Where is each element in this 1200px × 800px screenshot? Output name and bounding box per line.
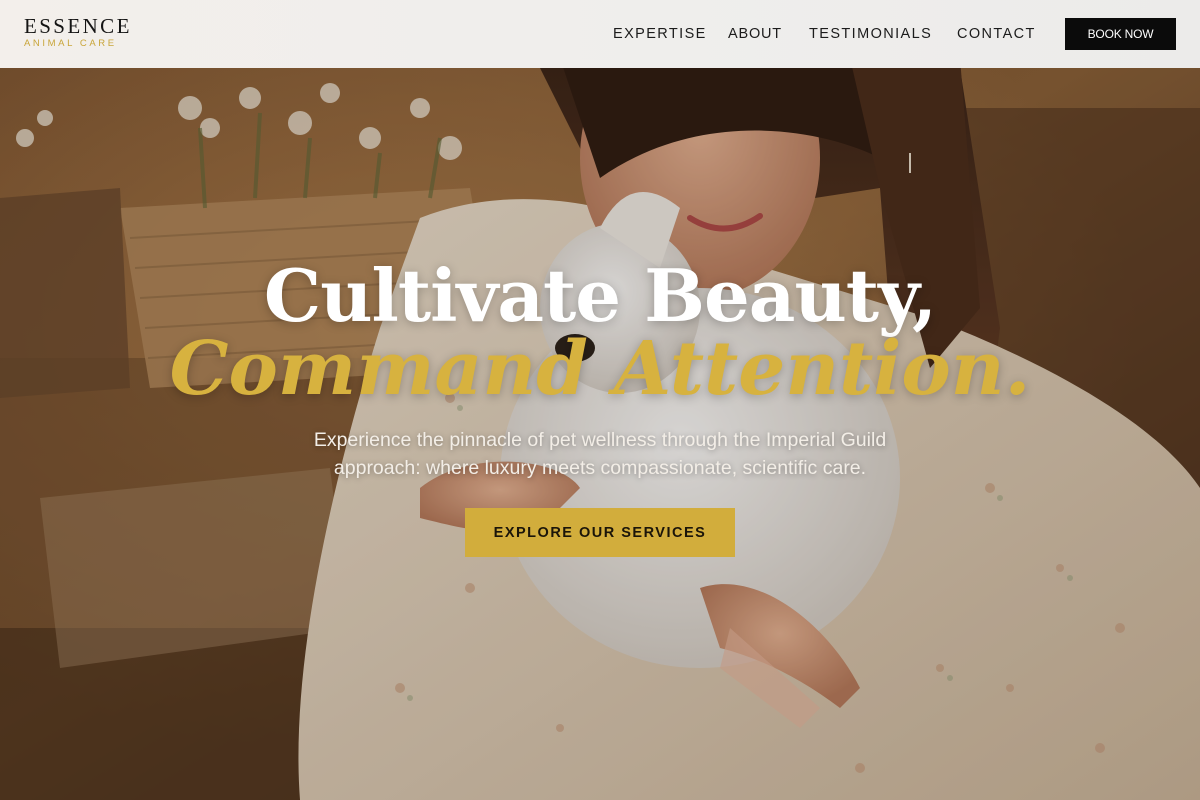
nav-link-testimonials[interactable]: TESTIMONIALS	[809, 25, 932, 43]
explore-services-button[interactable]: EXPLORE OUR SERVICES	[465, 508, 735, 557]
site-header: ESSENCE ANIMAL CARE EXPERTISE ABOUT TEST…	[0, 0, 1200, 68]
hero-headline-line2: Command Attention.	[169, 326, 1031, 412]
hero-subtitle: Experience the pinnacle of pet wellness …	[313, 429, 887, 479]
nav-link-expertise[interactable]: EXPERTISE	[613, 25, 707, 43]
hero-content: Cultivate Beauty, Command Attention. Exp…	[0, 68, 1200, 800]
main-nav: EXPERTISE ABOUT TESTIMONIALS CONTACT	[0, 0, 1200, 68]
book-now-button[interactable]: BOOK NOW	[1065, 18, 1176, 50]
nav-link-about[interactable]: ABOUT	[728, 25, 782, 43]
hero-section: Cultivate Beauty, Command Attention. Exp…	[0, 68, 1200, 800]
nav-link-contact[interactable]: CONTACT	[957, 25, 1036, 43]
